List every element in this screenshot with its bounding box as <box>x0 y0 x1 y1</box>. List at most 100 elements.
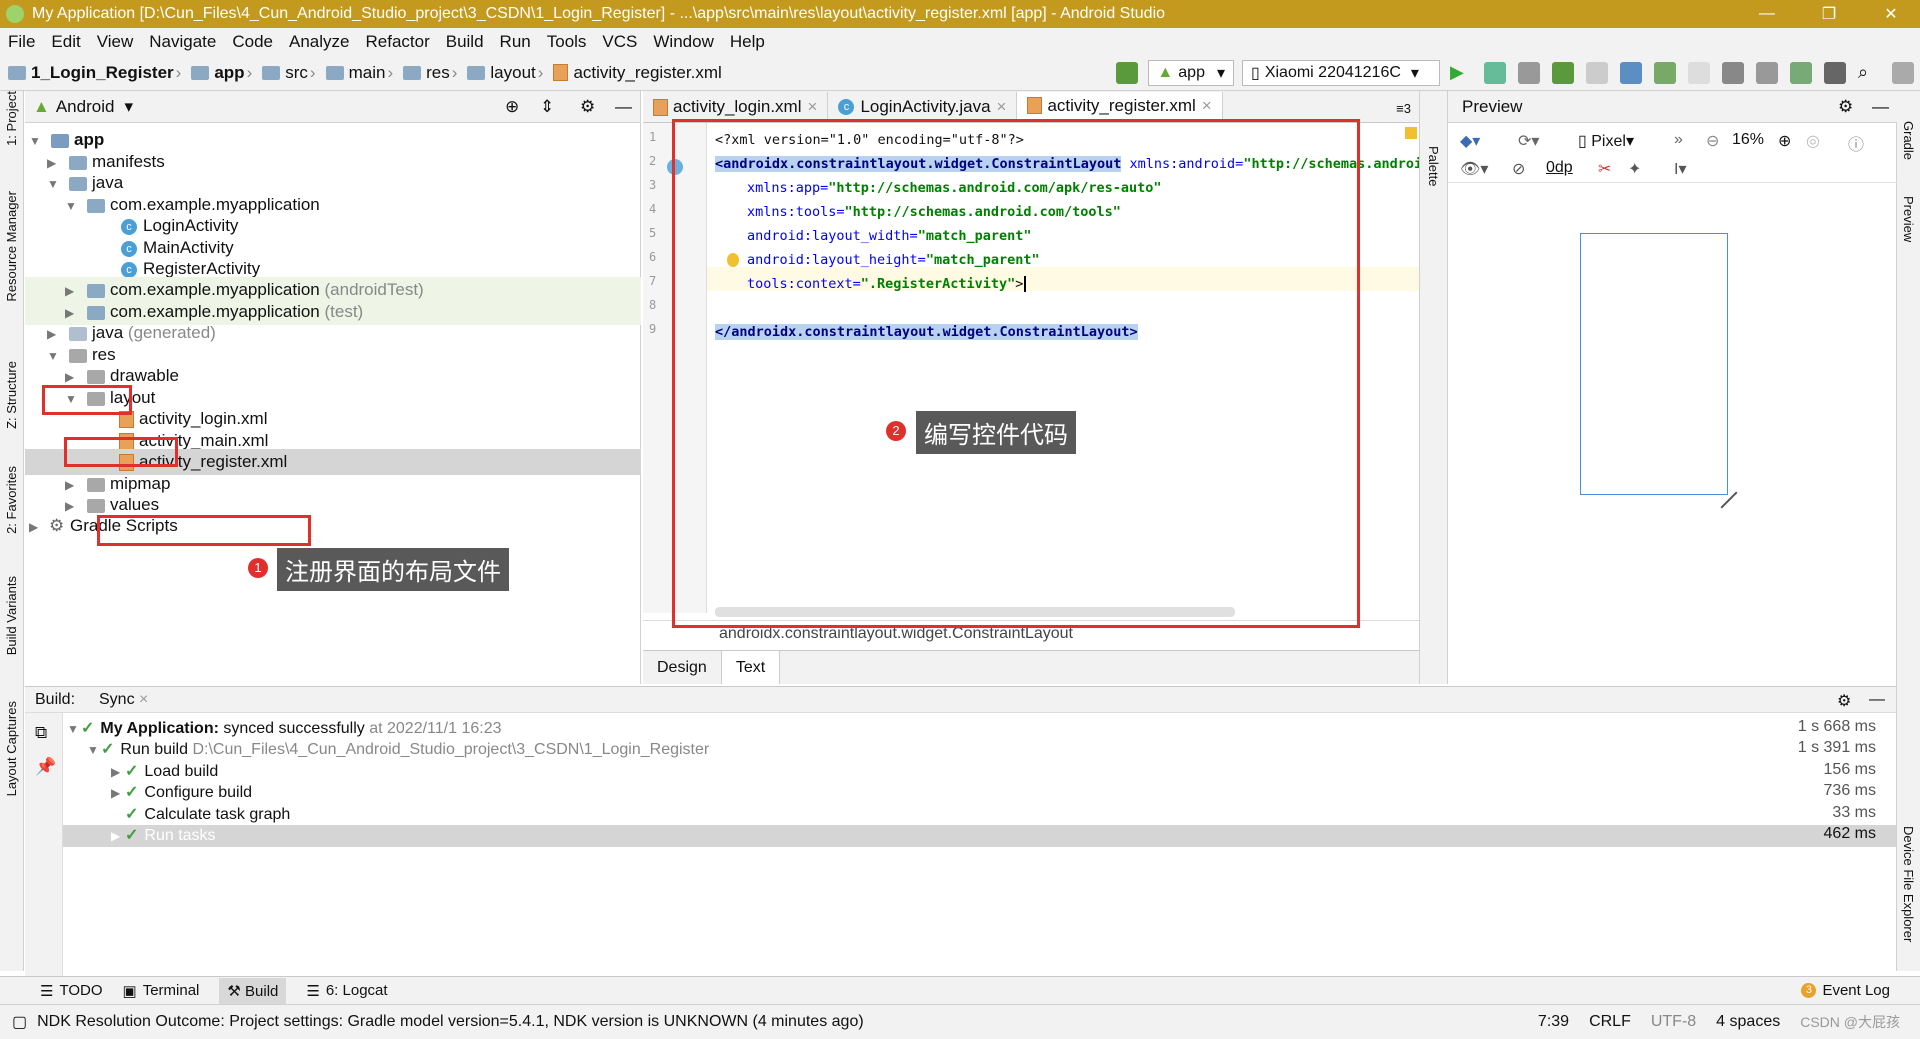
breadcrumb-app[interactable]: app <box>214 63 244 83</box>
minimize-button[interactable]: — <box>1744 0 1790 28</box>
tool-event-log[interactable]: Event Log <box>1822 982 1890 999</box>
hide-icon[interactable]: — <box>615 97 632 117</box>
line-separator[interactable]: CRLF <box>1589 1013 1631 1031</box>
status-icon[interactable]: ▢ <box>12 1012 27 1032</box>
hide-icon[interactable]: — <box>1869 691 1885 709</box>
gear-icon[interactable]: ⚙ <box>1837 691 1851 711</box>
warning-icon[interactable]: ⓘ <box>1848 131 1864 155</box>
tool-structure[interactable]: Z: Structure <box>4 361 19 429</box>
tab-design[interactable]: Design <box>643 651 722 684</box>
build-row-calculate-task-graph[interactable]: ✓ Calculate task graph <box>125 804 290 826</box>
tool-layout-captures[interactable]: Layout Captures <box>4 701 19 796</box>
device-selector[interactable]: ▯ Pixel▾ <box>1578 131 1634 151</box>
layout-icon[interactable] <box>1892 61 1914 84</box>
file-encoding[interactable]: UTF-8 <box>1651 1013 1696 1031</box>
build-row-run-tasks[interactable]: ▶ ✓ Run tasks <box>63 825 1896 847</box>
tab-loginactivity[interactable]: c LoginActivity.java × <box>828 92 1018 122</box>
tool-palette[interactable]: Palette <box>1426 146 1441 186</box>
breadcrumb-main[interactable]: main <box>349 63 386 83</box>
search-icon[interactable]: ⌕ <box>1858 62 1880 84</box>
menu-help[interactable]: Help <box>722 32 773 52</box>
chevron-down-icon[interactable]: ▾ <box>124 97 133 117</box>
menu-vcs[interactable]: VCS <box>594 32 645 52</box>
tool-gradle[interactable]: Gradle <box>1901 121 1916 160</box>
tool-device-file-explorer[interactable]: Device File Explorer <box>1901 826 1916 942</box>
collapse-icon[interactable]: ⇕ <box>540 97 554 117</box>
device-select[interactable]: ▯ Xiaomi 22041216C ▾ <box>1242 59 1440 86</box>
magnet-icon[interactable]: ⊘ <box>1512 159 1525 179</box>
layers-icon[interactable]: ◆▾ <box>1460 131 1480 151</box>
menu-view[interactable]: View <box>89 32 142 52</box>
menu-file[interactable]: File <box>0 32 43 52</box>
indent-setting[interactable]: 4 spaces <box>1716 1013 1780 1031</box>
tool-resource-manager[interactable]: Resource Manager <box>4 191 19 302</box>
zoom-fit-icon[interactable]: ◎ <box>1806 131 1820 151</box>
project-view-select[interactable]: Android <box>56 97 115 117</box>
debug-icon[interactable] <box>1552 61 1574 84</box>
menu-code[interactable]: Code <box>224 32 281 52</box>
tab-text[interactable]: Text <box>721 651 781 684</box>
breadcrumb-file[interactable]: activity_register.xml <box>573 63 721 83</box>
tool-todo[interactable]: TODO <box>59 982 102 999</box>
maximize-button[interactable]: ❐ <box>1806 0 1852 28</box>
attach-debugger-icon[interactable] <box>1654 61 1676 84</box>
tab-activity-register[interactable]: activity_register.xml × <box>1017 92 1223 122</box>
hide-icon[interactable]: — <box>1872 97 1889 117</box>
rerun-icon[interactable]: ⧉ <box>35 723 47 743</box>
menu-edit[interactable]: Edit <box>43 32 88 52</box>
run-icon[interactable]: ▶ <box>1450 62 1472 84</box>
tool-logcat[interactable]: 6: Logcat <box>326 982 388 999</box>
rotate-icon[interactable]: ⟳▾ <box>1518 131 1539 151</box>
gear-icon[interactable]: ⚙ <box>1838 97 1853 117</box>
tab-list-icon[interactable]: ≡3 <box>1396 101 1419 122</box>
run-config-select[interactable]: ▲ app ▾ <box>1148 59 1234 86</box>
hammer-icon[interactable] <box>1116 61 1139 84</box>
build-row-run-build[interactable]: ▼ ✓ Run build D:\Cun_Files\4_Cun_Android_S… <box>87 739 709 761</box>
list-icon[interactable] <box>1518 61 1540 84</box>
profile-icon[interactable] <box>1620 61 1642 84</box>
coverage-icon[interactable] <box>1586 61 1608 84</box>
menu-run[interactable]: Run <box>492 32 539 52</box>
menu-navigate[interactable]: Navigate <box>141 32 224 52</box>
tab-activity-login[interactable]: activity_login.xml × <box>643 92 829 122</box>
breadcrumb-layout[interactable]: layout <box>490 63 535 83</box>
zoom-out-icon[interactable]: ⊖ <box>1706 131 1719 151</box>
tool-build[interactable]: ⚒ Build <box>219 977 287 1004</box>
stop-icon[interactable] <box>1688 61 1710 84</box>
status-message[interactable]: NDK Resolution Outcome: Project settings… <box>37 1013 864 1031</box>
cursor-position[interactable]: 7:39 <box>1538 1013 1569 1031</box>
default-margin[interactable]: 0dp <box>1546 159 1573 177</box>
build-row-load-build[interactable]: ▶ ✓ Load build <box>111 761 218 783</box>
locate-icon[interactable]: ⊕ <box>505 97 519 117</box>
more-icon[interactable]: » <box>1674 131 1683 149</box>
tool-favorites[interactable]: 2: Favorites <box>4 466 19 534</box>
device-preview[interactable] <box>1580 233 1728 495</box>
menu-tools[interactable]: Tools <box>539 32 595 52</box>
project-structure-icon[interactable] <box>1722 61 1744 84</box>
eye-icon[interactable]: 👁▾ <box>1460 159 1488 179</box>
tool-build-variants[interactable]: Build Variants <box>4 576 19 655</box>
guidelines-icon[interactable]: I▾ <box>1674 159 1686 179</box>
apply-changes-icon[interactable] <box>1484 61 1506 84</box>
tool-preview[interactable]: Preview <box>1901 196 1916 242</box>
tool-project[interactable]: 1: Project <box>4 91 19 146</box>
menu-window[interactable]: Window <box>645 32 721 52</box>
close-button[interactable]: ✕ <box>1868 0 1914 28</box>
build-row-sync[interactable]: ▼ ✓ My Application: synced successfully at… <box>67 718 501 740</box>
sync-icon[interactable] <box>1790 61 1812 84</box>
build-row-configure-build[interactable]: ▶ ✓ Configure build <box>111 782 252 804</box>
avd-manager-icon[interactable] <box>1756 61 1778 84</box>
breadcrumb-res[interactable]: res <box>426 63 450 83</box>
gear-icon[interactable]: ⚙ <box>580 97 595 117</box>
breadcrumb-src[interactable]: src <box>285 63 308 83</box>
infer-constraints-icon[interactable]: ✦ <box>1628 159 1641 179</box>
zoom-in-icon[interactable]: ⊕ <box>1778 131 1791 151</box>
warning-marker[interactable] <box>1405 127 1417 139</box>
menu-refactor[interactable]: Refactor <box>357 32 437 52</box>
pin-icon[interactable]: 📌 <box>35 757 56 777</box>
tool-terminal[interactable]: Terminal <box>143 982 200 999</box>
clear-constraints-icon[interactable]: ✂ <box>1598 159 1611 179</box>
sdk-manager-icon[interactable] <box>1824 61 1846 84</box>
menu-analyze[interactable]: Analyze <box>281 32 357 52</box>
menu-build[interactable]: Build <box>438 32 492 52</box>
